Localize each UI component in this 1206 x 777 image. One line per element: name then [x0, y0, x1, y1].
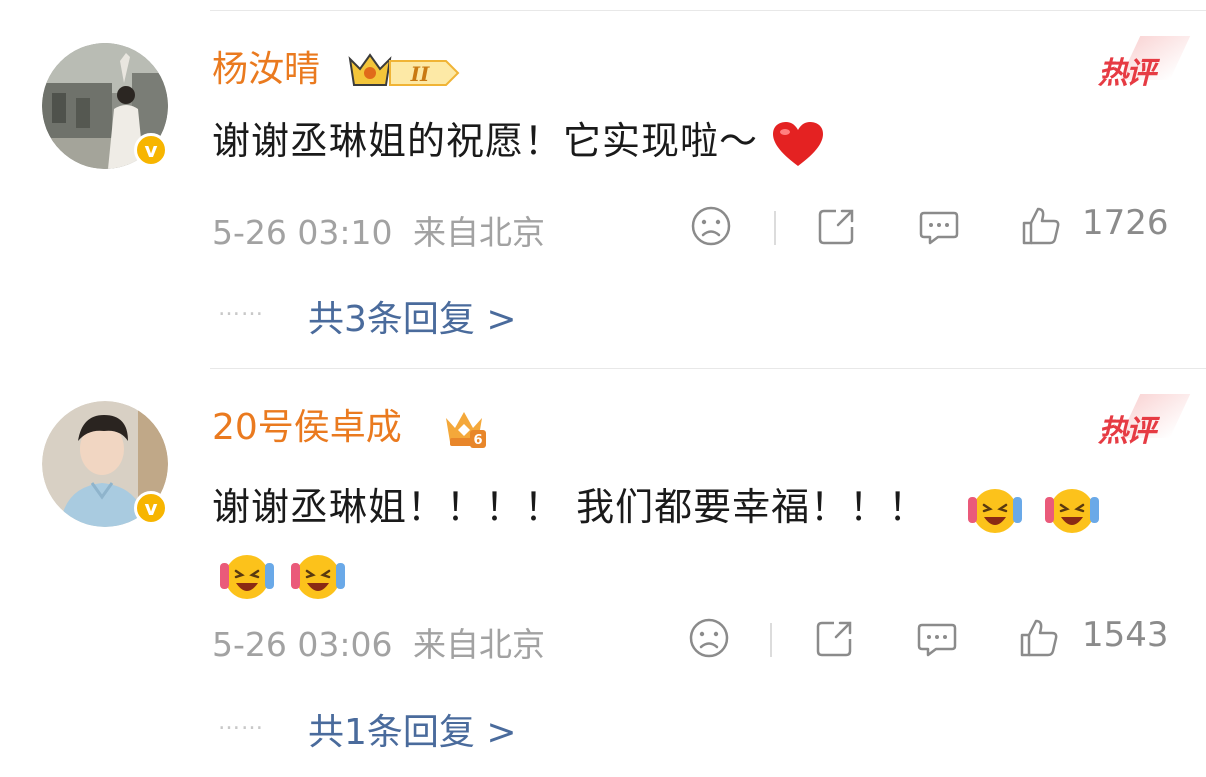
comment-actions: 1543: [688, 615, 1169, 661]
share-icon[interactable]: [816, 205, 858, 247]
user-name[interactable]: 20号侯卓成: [212, 406, 402, 450]
comment-location: 来自北京: [413, 625, 545, 664]
crown-level-badge-icon: 6: [446, 412, 486, 448]
comment-location: 来自北京: [413, 213, 545, 252]
crown-level-badge-icon: II: [348, 53, 460, 86]
comment-divider: [210, 368, 1206, 369]
action-separator: [770, 623, 772, 657]
thumbs-up-icon[interactable]: [1020, 205, 1062, 247]
user-name[interactable]: 杨汝晴: [212, 48, 320, 92]
avatar[interactable]: v: [42, 401, 168, 527]
comment-icon[interactable]: [916, 617, 958, 659]
hot-comment-badge: 热评: [1098, 406, 1156, 450]
hot-comment-badge: 热评: [1098, 48, 1156, 92]
laughing-tears-emoji-icon: [968, 488, 1023, 533]
comment-date: 5-26 03:10: [212, 213, 393, 252]
comment-meta: 5-26 03:10 来自北京: [212, 206, 545, 254]
like-count: 1726: [1082, 203, 1169, 243]
action-separator: [774, 211, 776, 245]
comment-icon[interactable]: [918, 205, 960, 247]
comment-text-content: 谢谢丞琳姐！！！！ 我们都要幸福！！！: [212, 485, 928, 529]
verified-badge-icon: v: [134, 491, 168, 525]
reply-dots: ……: [218, 710, 264, 735]
dislike-face-icon[interactable]: [688, 617, 730, 659]
laughing-tears-emoji-icon: [291, 554, 346, 599]
comment-actions: 1726: [690, 203, 1169, 249]
svg-text:II: II: [410, 62, 430, 86]
heart-emoji-icon: [773, 121, 824, 166]
comment-text-content: 谢谢丞琳姐的祝愿！它实现啦～: [212, 119, 759, 163]
view-replies-link[interactable]: 共1条回复 >: [308, 703, 517, 755]
verified-badge-icon: v: [134, 133, 168, 167]
comment-meta: 5-26 03:06 来自北京: [212, 618, 545, 666]
comment-text: 谢谢丞琳姐的祝愿！它实现啦～: [212, 117, 825, 168]
dislike-face-icon[interactable]: [690, 205, 732, 247]
reply-dots: ……: [218, 296, 264, 321]
svg-text:6: 6: [473, 433, 482, 448]
like-count: 1543: [1082, 615, 1169, 655]
avatar[interactable]: v: [42, 43, 168, 169]
comment-text: 谢谢丞琳姐！！！！ 我们都要幸福！！！: [212, 474, 1152, 606]
laughing-tears-emoji-icon: [220, 554, 274, 599]
top-divider: [210, 10, 1206, 11]
thumbs-up-icon[interactable]: [1018, 617, 1060, 659]
comment-date: 5-26 03:06: [212, 625, 393, 664]
view-replies-link[interactable]: 共3条回复 >: [308, 290, 517, 342]
laughing-tears-emoji-icon: [1045, 488, 1100, 533]
share-icon[interactable]: [814, 617, 856, 659]
